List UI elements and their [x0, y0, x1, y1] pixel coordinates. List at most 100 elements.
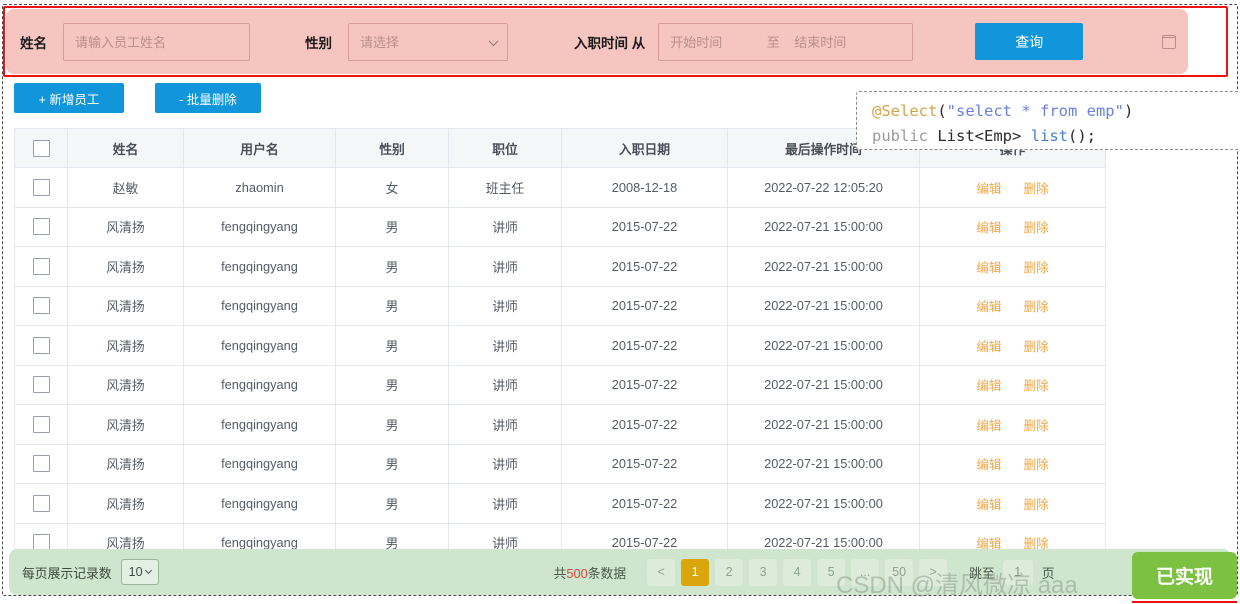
row-checkbox[interactable]	[32, 297, 50, 315]
edit-link[interactable]: 编辑	[976, 458, 1001, 472]
edit-link[interactable]: 编辑	[976, 340, 1001, 354]
select-all-checkbox[interactable]	[32, 139, 50, 157]
row-checkbox[interactable]	[32, 257, 50, 275]
cell-username: fengqingyang	[183, 404, 336, 445]
cell-position: 讲师	[448, 364, 562, 405]
cell-username: fengqingyang	[183, 285, 336, 326]
delete-link[interactable]: 删除	[1024, 419, 1049, 433]
row-checkbox[interactable]	[32, 218, 50, 236]
code-method-name: list	[1030, 127, 1069, 145]
cell-username: fengqingyang	[183, 206, 336, 247]
search-form: 姓名 请输入员工姓名 性别 请选择 入职时间 从 开始时间 至 结束时间 查询	[6, 9, 1188, 74]
chevron-down-icon	[488, 35, 499, 46]
table-row: 风清扬 fengqingyang 男讲师 2015-07-22 2022-07-21 1…	[14, 285, 1106, 326]
delete-link[interactable]: 删除	[1024, 458, 1049, 472]
delete-link[interactable]: 删除	[1024, 182, 1049, 196]
cell-last-op: 2022-07-21 15:00:00	[727, 404, 920, 445]
row-checkbox[interactable]	[32, 494, 50, 512]
cell-gender: 男	[335, 285, 449, 326]
cell-name: 风清扬	[67, 206, 184, 247]
edit-link[interactable]: 编辑	[976, 379, 1001, 393]
edit-link[interactable]: 编辑	[976, 221, 1001, 235]
edit-link[interactable]: 编辑	[976, 498, 1001, 512]
cell-actions: 编辑 删除	[919, 404, 1106, 445]
cell-username: fengqingyang	[183, 246, 336, 287]
row-checkbox[interactable]	[32, 455, 50, 473]
header-username: 用户名	[183, 128, 336, 168]
cell-name: 风清扬	[67, 443, 184, 484]
gender-select-placeholder: 请选择	[360, 35, 400, 50]
employee-table: 姓名 用户名 性别 职位 入职日期 最后操作时间 操作 赵敏zhaomin女班主…	[14, 128, 1106, 563]
code-line-2: public List<Emp> list();	[872, 124, 1240, 149]
row-checkbox[interactable]	[32, 178, 50, 196]
row-select-cell	[14, 246, 68, 287]
delete-link[interactable]: 删除	[1024, 340, 1049, 354]
edit-link[interactable]: 编辑	[976, 182, 1001, 196]
pagination-prev-button[interactable]: <	[647, 558, 676, 586]
pagination-page-1[interactable]: 1	[681, 558, 710, 586]
page-size-value: 10	[128, 565, 143, 579]
cell-last-op: 2022-07-21 15:00:00	[727, 206, 920, 247]
row-select-cell	[14, 325, 68, 366]
table-row: 风清扬 fengqingyang 男讲师 2015-07-22 2022-07-21 1…	[14, 246, 1106, 287]
table-row: 风清扬 fengqingyang 男讲师 2015-07-22 2022-07-21 1…	[14, 404, 1106, 445]
row-checkbox[interactable]	[32, 376, 50, 394]
cell-position: 讲师	[448, 325, 562, 366]
hire-date-range-picker[interactable]: 开始时间 至 结束时间	[658, 22, 1176, 61]
row-checkbox[interactable]	[32, 415, 50, 433]
total-prefix: 共	[553, 565, 567, 581]
code-keyword: public	[872, 127, 928, 145]
cell-name: 风清扬	[67, 483, 184, 524]
header-gender: 性别	[335, 128, 449, 168]
pagination-page-3[interactable]: 3	[749, 558, 778, 586]
cell-position: 讲师	[448, 443, 562, 484]
cell-gender: 男	[335, 325, 449, 366]
cell-name: 风清扬	[67, 404, 184, 445]
gender-select[interactable]: 请选择	[348, 22, 508, 61]
table-row: 风清扬 fengqingyang 男讲师 2015-07-22 2022-07-21 1…	[14, 206, 1106, 247]
total-suffix: 条数据	[587, 565, 627, 581]
code-close-paren: )	[1123, 102, 1134, 120]
date-range-separator: 至	[766, 35, 780, 50]
name-field-label: 姓名	[20, 35, 47, 51]
delete-link[interactable]: 删除	[1024, 261, 1049, 275]
cell-hire-date: 2015-07-22	[561, 404, 728, 445]
cell-name: 风清扬	[67, 325, 184, 366]
cell-position: 班主任	[448, 167, 562, 208]
add-employee-button[interactable]: + 新增员工	[14, 83, 124, 113]
edit-link[interactable]: 编辑	[976, 261, 1001, 275]
employee-management-page: 姓名 请输入员工姓名 性别 请选择 入职时间 从 开始时间 至 结束时间 查询 …	[0, 0, 1240, 604]
row-select-cell	[14, 206, 68, 247]
cell-hire-date: 2008-12-18	[561, 167, 728, 208]
employee-table-body: 赵敏 zhaomin 女班主任 2008-12-18 2022-07-22 12:05:…	[14, 167, 1106, 563]
row-checkbox[interactable]	[32, 336, 50, 354]
delete-link[interactable]: 删除	[1024, 498, 1049, 512]
batch-delete-button[interactable]: - 批量删除	[155, 83, 261, 113]
header-hire-date: 入职日期	[561, 128, 728, 168]
delete-link[interactable]: 删除	[1024, 300, 1049, 314]
cell-hire-date: 2015-07-22	[561, 206, 728, 247]
edit-link[interactable]: 编辑	[976, 300, 1001, 314]
end-date-placeholder: 结束时间	[794, 35, 847, 50]
employee-name-input[interactable]: 请输入员工姓名	[63, 22, 250, 61]
pagination-page-4[interactable]: 4	[783, 558, 812, 586]
chevron-down-icon	[144, 566, 152, 574]
page-size-select[interactable]: 10	[120, 559, 159, 585]
cell-gender: 男	[335, 404, 449, 445]
cell-username: fengqingyang	[183, 483, 336, 524]
cell-last-op: 2022-07-21 15:00:00	[727, 443, 920, 484]
code-annotation: @Select	[872, 102, 938, 120]
cell-name: 风清扬	[67, 246, 184, 287]
delete-link[interactable]: 删除	[1024, 379, 1049, 393]
cell-hire-date: 2015-07-22	[561, 443, 728, 484]
header-name: 姓名	[67, 128, 184, 168]
table-row: 风清扬 fengqingyang 男讲师 2015-07-22 2022-07-21 1…	[14, 364, 1106, 405]
pagination-page-2[interactable]: 2	[715, 558, 744, 586]
delete-link[interactable]: 删除	[1024, 221, 1049, 235]
cell-hire-date: 2015-07-22	[561, 364, 728, 405]
code-space-2	[1021, 127, 1030, 145]
search-button[interactable]: 查询	[975, 23, 1084, 60]
edit-link[interactable]: 编辑	[976, 419, 1001, 433]
cell-gender: 女	[335, 167, 449, 208]
cell-hire-date: 2015-07-22	[561, 285, 728, 326]
